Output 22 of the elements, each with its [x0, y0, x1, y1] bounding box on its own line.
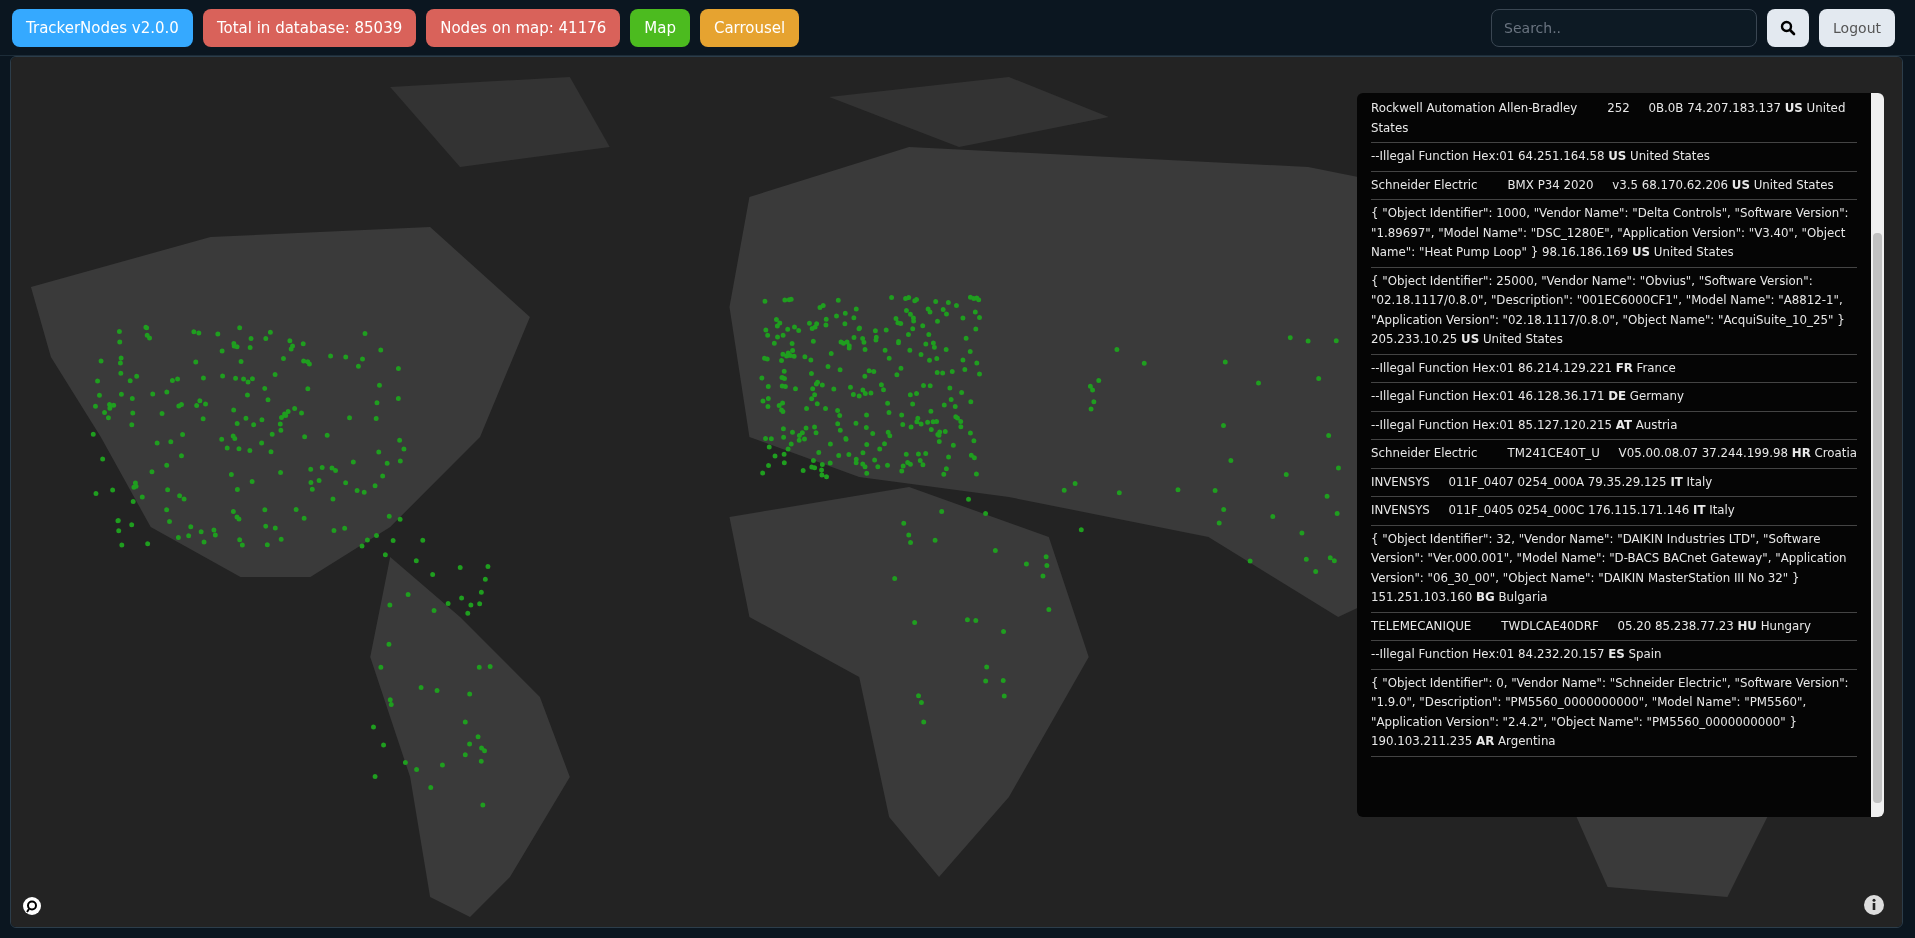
result-entry: --Illegal Function Hex:01 85.127.120.215 AT Austria	[1371, 411, 1857, 440]
nav-button[interactable]: Carrousel	[699, 8, 800, 47]
search-field[interactable]: Search..	[1491, 8, 1758, 47]
result-entry: INVENSYS 011F_0407 0254_000A 79.35.29.125 IT Italy	[1371, 468, 1857, 497]
result-entry: TELEMECANIQUE TWDLCAE40DRF 05.20 85.238.77.23 HU Hungary	[1371, 612, 1857, 641]
result-entry: Schneider Electric BMX P34 2020 v3.5 68.170.62.206 US United States	[1371, 171, 1857, 200]
result-entry: { "Object Identifier": 32, "Vendor Name": "DAIKIN Industries LTD", "Software Version": "Ver.000.001", "Model Name": "D-BACS BACnet Gateway", "Application Version": "06_30_00", "Object Name": "DAIKIN MasterStation III No 32" } 151.251.103.160 BG Bulgaria	[1371, 525, 1857, 613]
result-entry: { "Object Identifier": 25000, "Vendor Name": "Obvius", "Software Version": "02.18.1117/0.8.0", "Description": "001EC6000CF1", "Model Name": "A8812-1", "Application Version": "02.18.1117/0.8.0", "Object Name": "AcquiSuite_10_25" } 205.233.10.25 US United States	[1371, 267, 1857, 355]
nav-button[interactable]: Total in database: 85039	[202, 8, 417, 47]
result-entry: { "Object Identifier": 1000, "Vendor Name": "Delta Controls", "Software Version": "1.89697", "Model Name": "DSC_1280E", "Application Version": "V3.40", "Object Name": "Heat Pump Loop" } 98.16.186.169 US United States	[1371, 200, 1857, 268]
nav-button[interactable]: Map	[630, 8, 690, 47]
logout-button[interactable]: Logout	[1819, 8, 1895, 47]
result-entry: --Illegal Function Hex:01 86.214.129.221 FR France	[1371, 354, 1857, 383]
result-entry: Rockwell Automation Allen-Bradley 252 0B.0B 74.207.183.137 US United States	[1371, 95, 1857, 143]
result-entry: --Illegal Function Hex:01 84.232.20.157 ES Spain	[1371, 641, 1857, 670]
result-entry: { "Object Identifier": 0, "Vendor Name": "Schneider Electric", "Software Version": "1.9.0", "Description": "PM5560_0000000000", "Model Name": "PM5560", "Application Version": "2.4.2", "Object Name": "PM5560_0000000000" } 190.103.211.235 AR Argentina	[1371, 669, 1857, 757]
result-entry: INVENSYS 011F_0405 0254_000C 176.115.171.146 IT Italy	[1371, 497, 1857, 526]
brand-button[interactable]: TrackerNodes v2.0.0	[12, 8, 193, 47]
result-entry: Schneider Electric TM241CE40T_U V05.00.08.07 37.244.199.98 HR Croatia	[1371, 440, 1857, 469]
result-entry: --Illegal Function Hex:01 46.128.36.171 DE Germany	[1371, 383, 1857, 412]
result-entry: --Illegal Function Hex:01 64.251.164.58 US United States	[1371, 143, 1857, 172]
nav-button[interactable]: Nodes on map: 41176	[426, 8, 621, 47]
